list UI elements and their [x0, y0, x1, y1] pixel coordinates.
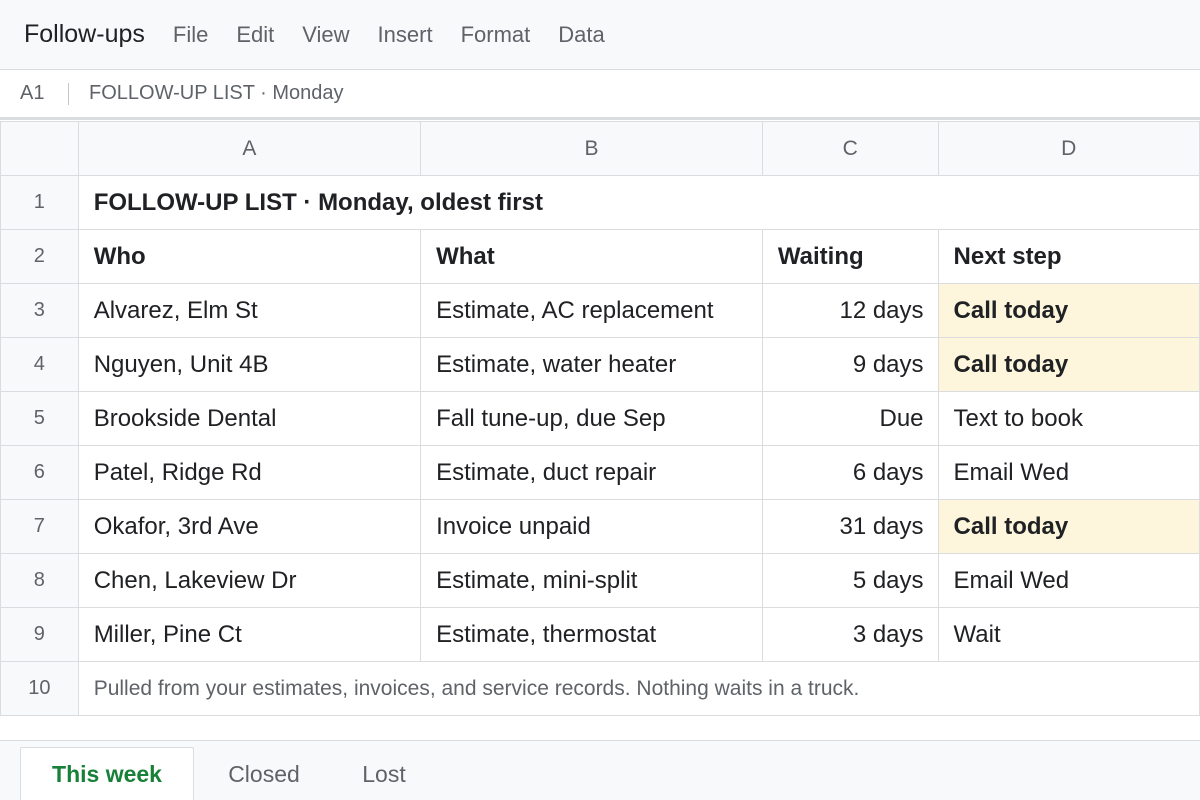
sheet-tab-this-week[interactable]: This week — [20, 747, 194, 800]
cell-waiting[interactable]: 5 days — [761, 553, 939, 608]
cell-what[interactable]: Estimate, AC replacement — [420, 283, 763, 338]
cell-what[interactable]: Estimate, thermostat — [420, 607, 763, 662]
row-header[interactable]: 10 — [0, 661, 79, 716]
cell-who[interactable]: Miller, Pine Ct — [77, 607, 422, 662]
cell-waiting[interactable]: 31 days — [761, 499, 939, 554]
table-row: 6 Patel, Ridge Rd Estimate, duct repair … — [0, 445, 1200, 500]
menu-file[interactable]: File — [173, 22, 208, 48]
cell-what[interactable]: Fall tune-up, due Sep — [420, 391, 763, 446]
header-cell-next-step[interactable]: Next step — [937, 229, 1200, 284]
cell-next-step[interactable]: Call today — [937, 499, 1200, 554]
column-header-a[interactable]: A — [77, 121, 422, 176]
cell-waiting[interactable]: 3 days — [761, 607, 939, 662]
cell-who[interactable]: Patel, Ridge Rd — [77, 445, 422, 500]
menu-view[interactable]: View — [302, 22, 349, 48]
cell-next-step[interactable]: Wait — [937, 607, 1200, 662]
menu-edit[interactable]: Edit — [236, 22, 274, 48]
menu-format[interactable]: Format — [461, 22, 531, 48]
table-row: 9 Miller, Pine Ct Estimate, thermostat 3… — [0, 607, 1200, 662]
table-row: 10 Pulled from your estimates, invoices,… — [0, 661, 1200, 716]
menu-data[interactable]: Data — [558, 22, 604, 48]
cell-what[interactable]: Estimate, water heater — [420, 337, 763, 392]
cell-who[interactable]: Chen, Lakeview Dr — [77, 553, 422, 608]
cell-who[interactable]: Okafor, 3rd Ave — [77, 499, 422, 554]
table-row: 2 Who What Waiting Next step — [0, 229, 1200, 284]
cell-waiting[interactable]: 9 days — [761, 337, 939, 392]
row-header[interactable]: 7 — [0, 499, 79, 554]
sheet-title-cell[interactable]: FOLLOW-UP LIST · Monday, oldest first — [77, 175, 1200, 230]
cell-waiting[interactable]: 6 days — [761, 445, 939, 500]
name-box[interactable]: A1 — [0, 82, 68, 105]
row-header[interactable]: 9 — [0, 607, 79, 662]
row-header[interactable]: 8 — [0, 553, 79, 608]
cell-next-step[interactable]: Text to book — [937, 391, 1200, 446]
row-header[interactable]: 4 — [0, 337, 79, 392]
table-row: 8 Chen, Lakeview Dr Estimate, mini-split… — [0, 553, 1200, 608]
sheet-tab-lost[interactable]: Lost — [338, 747, 430, 800]
cell-what[interactable]: Estimate, duct repair — [420, 445, 763, 500]
formula-bar: A1 FOLLOW-UP LIST · Monday — [0, 70, 1200, 120]
row-header[interactable]: 1 — [0, 175, 79, 230]
formula-input[interactable]: FOLLOW-UP LIST · Monday — [89, 82, 344, 105]
cell-waiting[interactable]: Due — [761, 391, 939, 446]
cell-what[interactable]: Estimate, mini-split — [420, 553, 763, 608]
cell-what[interactable]: Invoice unpaid — [420, 499, 763, 554]
sheet-tab-bar: This week Closed Lost — [0, 740, 1200, 800]
spreadsheet-grid: A B C D 1 FOLLOW-UP LIST · Monday, oldes… — [0, 121, 1200, 716]
cell-who[interactable]: Alvarez, Elm St — [77, 283, 422, 338]
header-cell-waiting[interactable]: Waiting — [761, 229, 939, 284]
table-row: 5 Brookside Dental Fall tune-up, due Sep… — [0, 391, 1200, 446]
row-header[interactable]: 2 — [0, 229, 79, 284]
formula-bar-divider — [68, 82, 69, 105]
row-header[interactable]: 3 — [0, 283, 79, 338]
cell-who[interactable]: Nguyen, Unit 4B — [77, 337, 422, 392]
header-cell-what[interactable]: What — [420, 229, 763, 284]
note-cell[interactable]: Pulled from your estimates, invoices, an… — [77, 661, 1200, 716]
document-title[interactable]: Follow-ups — [24, 20, 145, 49]
column-header-d[interactable]: D — [937, 121, 1200, 176]
cell-who[interactable]: Brookside Dental — [77, 391, 422, 446]
sheet-tab-closed[interactable]: Closed — [206, 747, 322, 800]
cell-next-step[interactable]: Call today — [937, 337, 1200, 392]
column-header-c[interactable]: C — [761, 121, 939, 176]
row-header[interactable]: 5 — [0, 391, 79, 446]
menu-insert[interactable]: Insert — [378, 22, 433, 48]
table-row: 3 Alvarez, Elm St Estimate, AC replaceme… — [0, 283, 1200, 338]
menu-bar: Follow-ups File Edit View Insert Format … — [0, 0, 1200, 70]
table-row: 7 Okafor, 3rd Ave Invoice unpaid 31 days… — [0, 499, 1200, 554]
header-cell-who[interactable]: Who — [77, 229, 422, 284]
column-header-b[interactable]: B — [420, 121, 763, 176]
table-row: 4 Nguyen, Unit 4B Estimate, water heater… — [0, 337, 1200, 392]
cell-next-step[interactable]: Call today — [937, 283, 1200, 338]
cell-next-step[interactable]: Email Wed — [937, 553, 1200, 608]
table-row: 1 FOLLOW-UP LIST · Monday, oldest first — [0, 175, 1200, 230]
select-all-corner[interactable] — [0, 121, 79, 176]
cell-next-step[interactable]: Email Wed — [937, 445, 1200, 500]
cell-waiting[interactable]: 12 days — [761, 283, 939, 338]
row-header[interactable]: 6 — [0, 445, 79, 500]
